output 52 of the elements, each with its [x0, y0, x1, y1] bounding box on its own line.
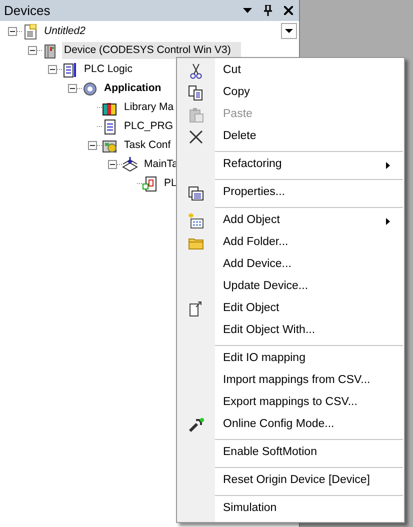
edit-object-icon	[188, 301, 204, 317]
dropdown-arrow-icon[interactable]	[243, 8, 252, 13]
device-icon	[42, 42, 58, 58]
properties-icon	[188, 185, 204, 201]
menu-item[interactable]: Edit Object	[215, 298, 404, 320]
document-icon	[102, 118, 118, 134]
menu-item[interactable]: Add Folder...	[215, 232, 404, 254]
scissors-icon	[188, 63, 204, 79]
tree-item[interactable]: Task Conf	[122, 137, 173, 154]
collapse-icon[interactable]	[48, 65, 57, 74]
collapse-icon[interactable]	[8, 27, 17, 36]
tree-item[interactable]: Device (CODESYS Control Win V3)	[62, 42, 241, 59]
add-object-icon	[188, 213, 204, 229]
menu-item[interactable]: Enable SoftMotion	[215, 442, 404, 464]
stack-icon	[122, 156, 138, 172]
menu-item[interactable]: Import mappings from CSV...	[215, 370, 404, 392]
copy-icon	[188, 85, 204, 101]
dropdown-button[interactable]	[281, 23, 297, 39]
menu-item[interactable]: Reset Origin Device [Device]	[215, 470, 404, 492]
collapse-icon[interactable]	[108, 160, 117, 169]
menu-item[interactable]: Update Device...	[215, 276, 404, 298]
tree-item[interactable]: Untitled2	[42, 23, 88, 40]
clipboard-icon	[188, 107, 204, 123]
wrench-icon	[188, 417, 204, 433]
menu-item[interactable]: Export mappings to CSV...	[215, 392, 404, 414]
document-icon	[142, 176, 158, 192]
menu-item[interactable]: Add Object	[215, 210, 404, 232]
menu-item[interactable]: Edit IO mapping	[215, 348, 404, 370]
menu-item[interactable]: Properties...	[215, 182, 404, 204]
tree-item[interactable]: Library Ma	[122, 99, 176, 116]
delete-icon	[188, 129, 204, 145]
menu-item[interactable]: Delete	[215, 126, 404, 148]
menu-item[interactable]: Edit Object With...	[215, 320, 404, 342]
document-icon	[62, 62, 78, 78]
document-icon	[22, 24, 38, 40]
panel-title: Devices	[4, 2, 52, 20]
tree-item[interactable]: Application	[102, 80, 164, 97]
collapse-icon[interactable]	[28, 46, 37, 55]
collapse-icon[interactable]	[68, 84, 77, 93]
tree-item[interactable]: PLC Logic	[82, 61, 134, 78]
menu-item[interactable]: Online Config Mode...	[215, 414, 404, 436]
menu-item[interactable]: Add Device...	[215, 254, 404, 276]
menu-item[interactable]: Cut	[215, 60, 404, 82]
menu-item[interactable]: Copy	[215, 82, 404, 104]
menu-item[interactable]: Simulation	[215, 498, 404, 520]
tree-item[interactable]: PLC_PRG	[122, 118, 176, 135]
close-icon[interactable]	[284, 6, 293, 15]
tree-item[interactable]: PL	[162, 175, 179, 192]
caret-icon	[285, 29, 293, 33]
menu-item[interactable]: Refactoring	[215, 154, 404, 176]
collapse-icon[interactable]	[88, 141, 97, 150]
pin-icon[interactable]	[264, 5, 272, 16]
